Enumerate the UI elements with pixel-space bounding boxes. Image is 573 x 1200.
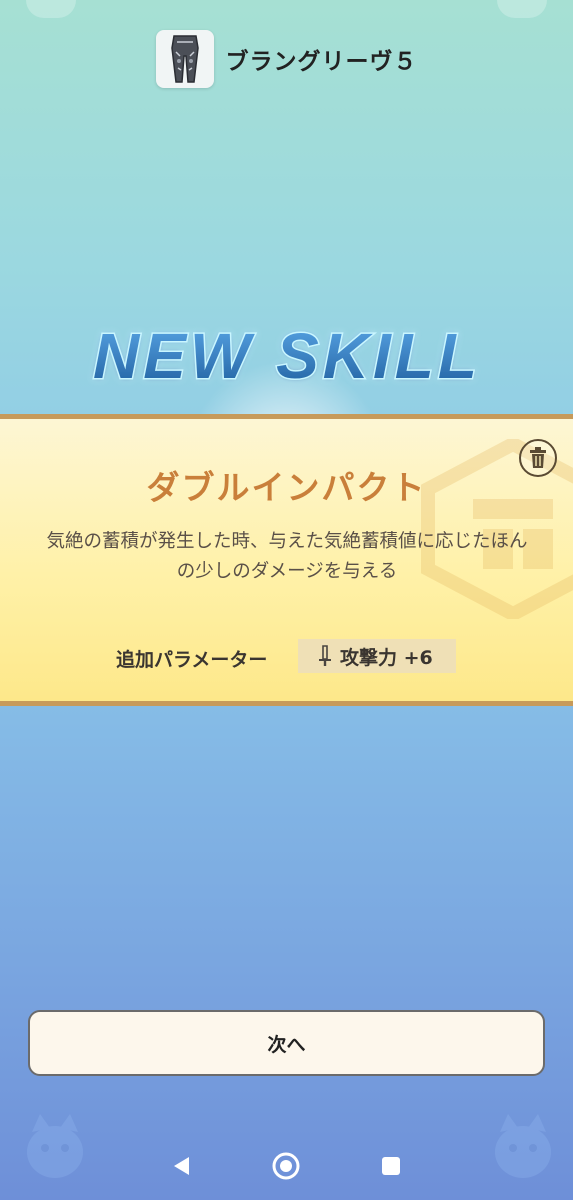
- armor-legs-icon: [155, 30, 214, 88]
- param-label: 追加パラメーター: [116, 649, 268, 671]
- top-right-decoration: [497, 0, 547, 18]
- back-triangle-icon: [174, 1157, 190, 1175]
- param-badge: 攻撃力 +6: [298, 639, 456, 673]
- skill-description: 気絶の蓄積が発生した時、与えた気絶蓄積値に応じたほん の少しのダメージを与える: [22, 527, 552, 587]
- recents-button[interactable]: [371, 1146, 411, 1186]
- recents-square-icon: [381, 1157, 400, 1175]
- back-button[interactable]: [162, 1146, 202, 1186]
- new-skill-text: NEW SKILL: [93, 320, 481, 392]
- item-header: ブラングリーヴ５: [0, 30, 573, 88]
- home-circle-icon: [272, 1152, 300, 1180]
- top-left-decoration: [26, 0, 76, 18]
- skill-panel: ダブルインパクト 気絶の蓄積が発生した時、与えた気絶蓄積値に応じたほん の少しの…: [0, 414, 573, 706]
- item-name: ブラングリーヴ５: [225, 49, 418, 75]
- skill-description-line2: の少しのダメージを与える: [176, 561, 398, 582]
- system-nav-bar: [0, 1132, 573, 1200]
- home-button[interactable]: [266, 1146, 306, 1186]
- sword-icon: [319, 645, 331, 666]
- skill-description-line1: 気絶の蓄積が発生した時、与えた気絶蓄積値に応じたほん: [46, 531, 528, 552]
- next-button-label: 次へ: [267, 1033, 306, 1056]
- new-skill-title: NEW SKILL: [0, 318, 573, 396]
- next-button[interactable]: 次へ: [28, 1010, 545, 1076]
- skill-name: ダブルインパクト: [146, 468, 427, 507]
- param-value: 攻撃力 +6: [340, 646, 433, 669]
